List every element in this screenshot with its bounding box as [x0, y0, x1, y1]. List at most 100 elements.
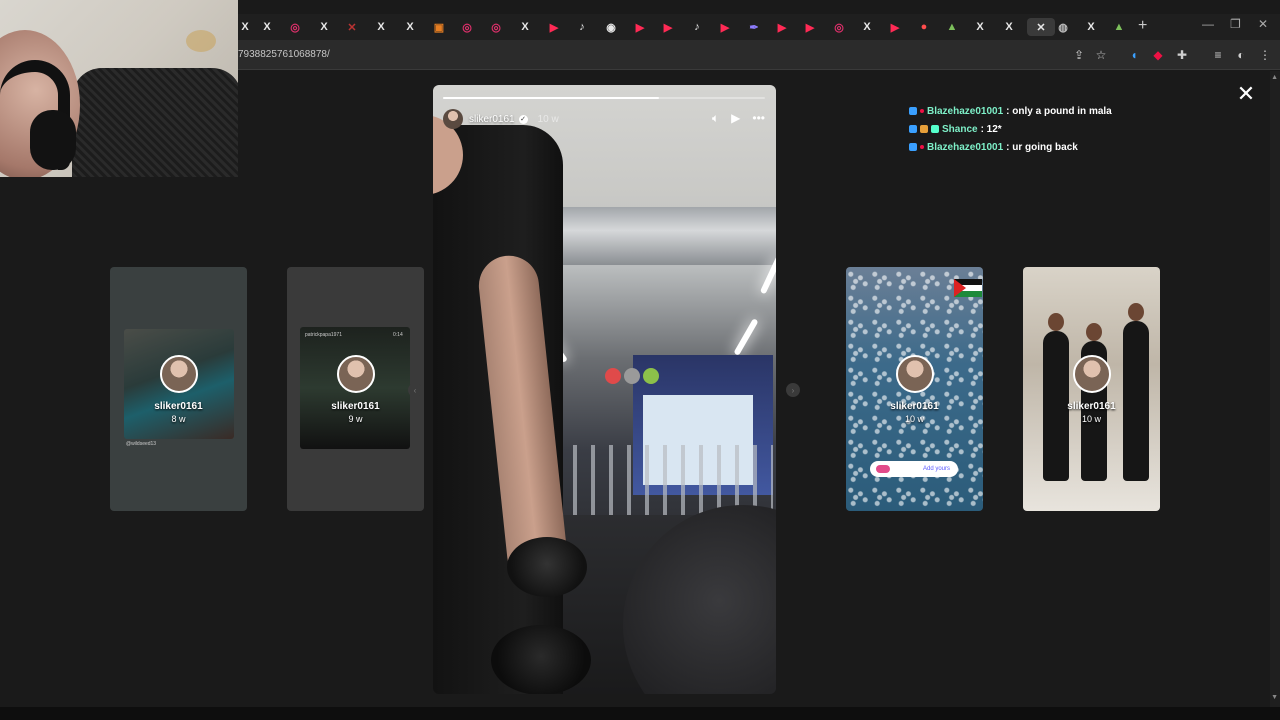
other-icon[interactable]: ✕ [343, 18, 361, 36]
story-preview-card[interactable]: sliker0161 10 w Add yours [846, 267, 983, 511]
x-icon[interactable]: X [315, 18, 333, 36]
avatar [159, 355, 198, 393]
add-yours-label: Add yours [922, 466, 950, 472]
screen: X X ◎ X ✕ X X ▣ ◎ ◎ X ▶ ♪ ◉ ▶ ▶ ♪ ▶ ✒ ▶ ▶ ◎ X ▶ ● ▲ X X ✕ ◍ X ▲ + — ❐ ✕ 793… [0, 0, 1280, 720]
tiktok-icon[interactable]: ♪ [688, 18, 706, 36]
instagram-icon[interactable]: ◎ [830, 18, 848, 36]
bookmark-star-icon[interactable]: ☆ [1093, 47, 1109, 63]
x-icon[interactable]: X [236, 18, 254, 36]
frog-icon[interactable]: ▲ [943, 18, 961, 36]
profile-avatar-icon[interactable]: ◐ [1233, 47, 1249, 63]
youtube-icon[interactable]: ▶ [716, 18, 734, 36]
scroll-up-icon[interactable]: ▲ [1271, 74, 1278, 81]
story-preview-card[interactable]: patrickpapa1971 0:14 sliker0161 9 w ‹ [287, 267, 424, 511]
chat-badge-icon [920, 145, 924, 149]
media-icon[interactable]: ▣ [430, 18, 448, 36]
apple-icon[interactable]: ● [915, 18, 933, 36]
youtube-icon[interactable]: ▶ [631, 18, 649, 36]
card-username: sliker0161 [154, 401, 203, 412]
sticker-avatars-icon [876, 465, 890, 473]
tiktok-icon[interactable]: ♪ [573, 18, 591, 36]
chevron-left-icon[interactable]: ‹ [408, 383, 422, 397]
close-tab-icon[interactable]: ✕ [1027, 18, 1055, 36]
story-preview-card[interactable]: sliker0161 10 w [1023, 267, 1160, 511]
extension-icon[interactable]: ◖ [1126, 47, 1142, 63]
chat-text: : ur going back [1006, 141, 1078, 153]
frog-icon[interactable]: ▲ [1110, 18, 1128, 36]
story-preview-card[interactable]: @wildseed13 sliker0161 8 w [110, 267, 247, 511]
taskbar-edge [0, 707, 1280, 720]
card-username: sliker0161 [331, 401, 380, 412]
restore-icon[interactable]: ❐ [1230, 17, 1241, 31]
youtube-icon[interactable]: ▶ [773, 18, 791, 36]
minimize-icon[interactable]: — [1202, 17, 1214, 31]
gym-sign-icons [605, 368, 659, 384]
menu-kebab-icon[interactable]: ⋮ [1257, 47, 1273, 63]
extensions-puzzle-icon[interactable]: ✚ [1174, 47, 1190, 63]
window-close-icon[interactable]: ✕ [1258, 17, 1268, 31]
story-controls: 🔈︎ ▶ ••• [712, 111, 765, 126]
youtube-icon[interactable]: ▶ [545, 18, 563, 36]
chat-message: Blazehaze01001 : only a pound in mala [909, 102, 1209, 120]
close-story-button[interactable]: ✕ [1236, 83, 1256, 105]
youtube-icon[interactable]: ▶ [886, 18, 904, 36]
chat-message: Blazehaze01001 : ur going back [909, 138, 1209, 156]
card-age: 9 w [348, 414, 363, 424]
play-icon[interactable]: ▶ [731, 111, 740, 126]
media-controls-icon[interactable]: ≡ [1210, 47, 1226, 63]
card-username: sliker0161 [890, 401, 939, 412]
feather-icon[interactable]: ✒ [745, 18, 763, 36]
scrollbar[interactable] [1270, 71, 1280, 707]
more-options-icon[interactable]: ••• [752, 111, 765, 126]
youtube-icon[interactable]: ▶ [801, 18, 819, 36]
office-chair [72, 68, 238, 177]
chevron-right-icon[interactable]: › [786, 383, 800, 397]
x-icon[interactable]: X [372, 18, 390, 36]
instagram-icon[interactable]: ◎ [458, 18, 476, 36]
avatar [895, 355, 934, 393]
youtube-icon[interactable]: ▶ [659, 18, 677, 36]
chat-badge-icon [931, 125, 939, 133]
chat-text: : 12* [980, 123, 1002, 135]
chat-text: : only a pound in mala [1006, 105, 1112, 117]
chat-badge-icon [909, 107, 917, 115]
circle-icon [643, 368, 659, 384]
web-icon[interactable]: ◉ [602, 18, 620, 36]
stream-chat-overlay: Blazehaze01001 : only a pound in mala Sh… [909, 102, 1209, 156]
dumbbell [507, 537, 587, 597]
url-text[interactable]: 7938825761068878/ [238, 49, 330, 60]
story-progress-fill [443, 97, 659, 99]
chat-badge-icon [909, 143, 917, 151]
x-icon[interactable]: X [858, 18, 876, 36]
scroll-down-icon[interactable]: ▼ [1271, 694, 1278, 701]
ceiling-light [733, 318, 759, 356]
story-username[interactable]: sliker0161 [469, 114, 515, 125]
avatar [1072, 355, 1111, 393]
story-header: sliker0161 ✓ 10 w 🔈︎ ▶ ••• [443, 109, 765, 129]
chat-username: Shance [942, 123, 978, 135]
story-progress-bar [443, 97, 765, 99]
card-age: 10 w [1081, 414, 1101, 424]
circle-icon [624, 368, 640, 384]
x-icon[interactable]: X [258, 18, 276, 36]
x-icon[interactable]: X [971, 18, 989, 36]
web-icon[interactable]: ◍ [1054, 18, 1072, 36]
x-icon[interactable]: X [1082, 18, 1100, 36]
x-icon[interactable]: X [516, 18, 534, 36]
x-icon[interactable]: X [401, 18, 419, 36]
extension-icon[interactable]: ◆ [1150, 47, 1166, 63]
install-app-icon[interactable]: ⇪ [1071, 47, 1087, 63]
story-timestamp: 10 w [537, 113, 559, 125]
chat-badge-icon [920, 109, 924, 113]
active-story[interactable]: sliker0161 ✓ 10 w 🔈︎ ▶ ••• [433, 85, 776, 694]
card-age: 8 w [171, 414, 186, 424]
dumbbell [491, 625, 591, 694]
chat-badge-icon [909, 125, 917, 133]
instagram-icon[interactable]: ◎ [286, 18, 304, 36]
x-icon[interactable]: X [1000, 18, 1018, 36]
new-tab-button[interactable]: + [1138, 17, 1147, 35]
circle-icon [605, 368, 621, 384]
avatar[interactable] [443, 109, 463, 129]
instagram-icon[interactable]: ◎ [487, 18, 505, 36]
volume-icon[interactable]: 🔈︎ [712, 111, 719, 126]
